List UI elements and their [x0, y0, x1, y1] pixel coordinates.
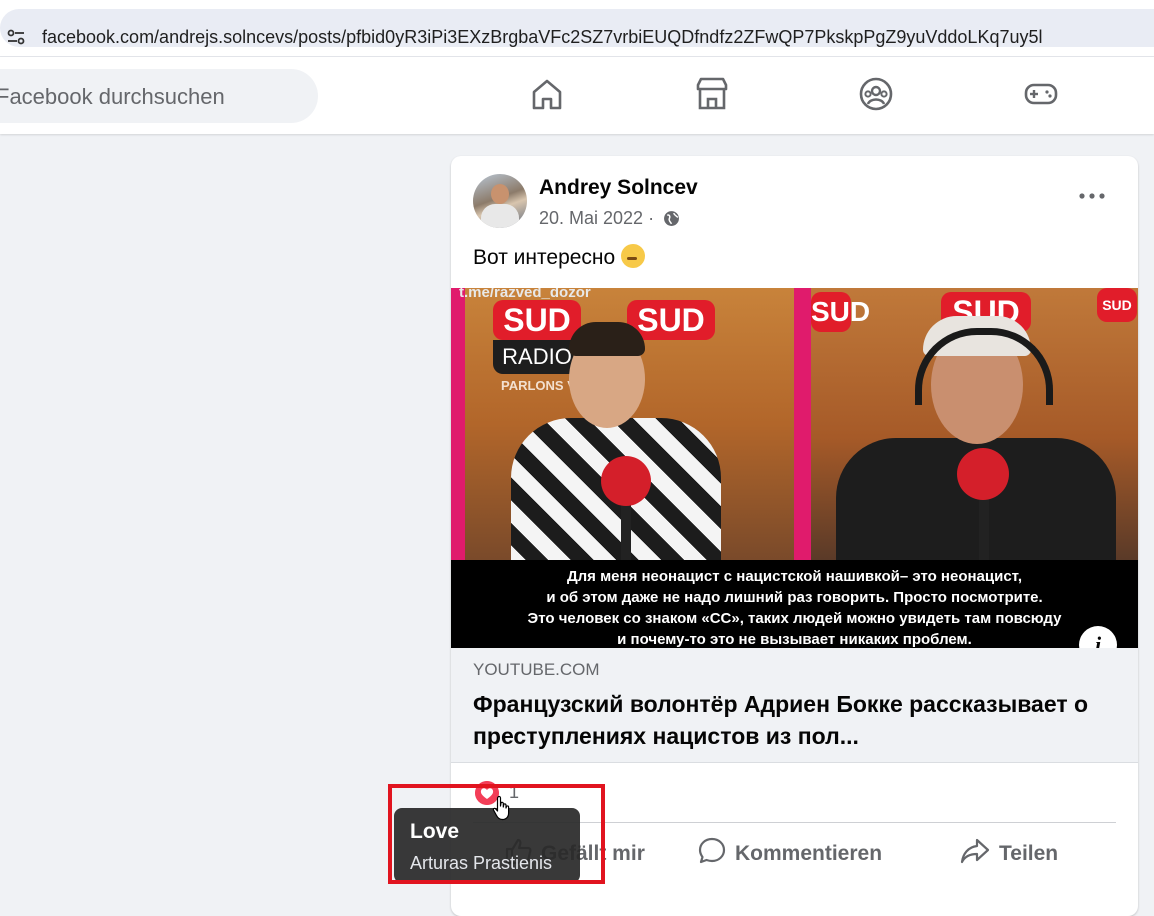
post-text-content: Вот интересно — [473, 246, 616, 269]
post-text: Вот интересно — [473, 244, 646, 270]
video-watermark: t.me/razved_dozor — [459, 288, 591, 301]
url-field[interactable]: facebook.com/andrejs.solncevs/posts/pfbi… — [0, 9, 1154, 47]
browser-address-bar: facebook.com/andrejs.solncevs/posts/pfbi… — [0, 0, 1154, 57]
facebook-top-nav: Facebook durchsuchen — [0, 57, 1154, 134]
subtitle-line-1: Для меня неонацист с нацистской нашивкой… — [566, 568, 1023, 585]
subtitle-line-4: и почему-то это не вызывает никаких проб… — [617, 631, 972, 648]
post-date[interactable]: 20. Mai 2022 · — [539, 208, 654, 228]
search-input[interactable]: Facebook durchsuchen — [0, 69, 318, 123]
video-thumbnail[interactable]: SUD RADIO SUD PARLONS VRAI SUD SUD SUD t… — [451, 288, 1138, 648]
link-domain: YOUTUBE.COM — [473, 660, 600, 679]
gaming-icon[interactable] — [1022, 75, 1060, 113]
thinking-emoji-icon — [621, 244, 646, 268]
radio-logo-left: RADIO — [493, 340, 581, 374]
search-placeholder: Facebook durchsuchen — [0, 84, 225, 109]
microphone-right — [957, 448, 1009, 500]
video-subtitle: Для меня неонацист с нацистской нашивкой… — [451, 560, 1138, 648]
url-text[interactable]: facebook.com/andrejs.solncevs/posts/pfbi… — [42, 27, 1043, 48]
sud-logo-left-1: SUD — [493, 300, 581, 340]
link-title[interactable]: Французский волонтёр Адриен Бокке расска… — [473, 688, 1113, 752]
author-avatar[interactable] — [473, 174, 527, 228]
share-button[interactable]: Teilen — [959, 836, 1058, 866]
hand-cursor-icon — [492, 795, 510, 821]
comment-label: Kommentieren — [735, 842, 883, 865]
video-right-panel: SUD SUD SUD — [811, 288, 1138, 568]
link-preview[interactable]: YOUTUBE.COM Французский волонтёр Адриен … — [451, 648, 1138, 763]
share-label: Teilen — [999, 842, 1059, 865]
comment-button[interactable]: Kommentieren — [697, 836, 882, 866]
video-left-panel: SUD RADIO SUD PARLONS VRAI — [451, 288, 794, 568]
sud-logo-corner: SUD — [1097, 288, 1137, 322]
marketplace-icon[interactable] — [693, 75, 731, 113]
globe-icon — [664, 211, 680, 226]
subtitle-line-3: Это человек со знаком «СС», таких людей … — [527, 610, 1062, 627]
home-icon[interactable] — [528, 75, 566, 113]
site-info-icon[interactable] — [6, 27, 26, 47]
guest-hair — [569, 322, 645, 356]
comment-icon — [698, 837, 726, 864]
share-icon — [960, 838, 990, 864]
post-meta: 20. Mai 2022 · — [539, 208, 680, 229]
subtitle-line-2: и об этом даже не надо лишний раз говори… — [546, 589, 1043, 606]
microphone-left — [601, 456, 651, 506]
groups-icon[interactable] — [857, 75, 895, 113]
sud-logo-right-2: SUD — [811, 292, 870, 332]
more-options-icon[interactable] — [1077, 186, 1107, 206]
author-name[interactable]: Andrey Solncev — [539, 176, 698, 200]
